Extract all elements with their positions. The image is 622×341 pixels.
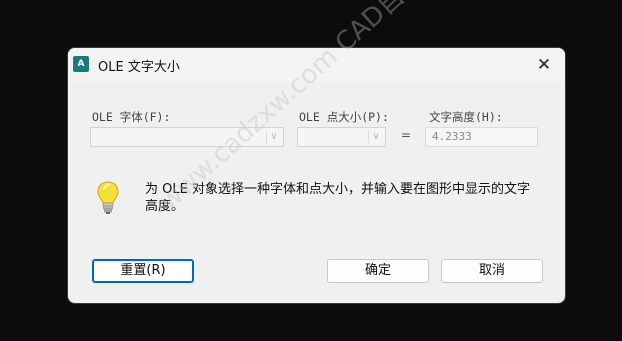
instruction-message: 为 OLE 对象选择一种字体和点大小，并输入要在图形中显示的文字高度。 — [145, 182, 530, 214]
lightbulb-icon — [97, 181, 119, 214]
ole-point-size-dropdown[interactable]: ∨ — [297, 127, 386, 147]
autocad-app-icon: A — [73, 56, 89, 72]
ole-text-size-dialog: A OLE 文字大小 ✕ OLE 字体(F): ∨ OLE 点大小(P): ∨ … — [68, 48, 565, 303]
cancel-button[interactable]: 取消 — [441, 259, 543, 283]
text-height-label: 文字高度(H): — [429, 110, 503, 124]
reset-button[interactable]: 重置(R) — [92, 259, 194, 283]
chevron-down-icon: ∨ — [266, 130, 281, 144]
ole-point-size-label: OLE 点大小(P): — [299, 110, 389, 124]
ole-font-label: OLE 字体(F): — [92, 110, 171, 124]
title-bar[interactable]: A OLE 文字大小 ✕ — [68, 48, 565, 82]
close-icon: ✕ — [536, 55, 552, 75]
ole-font-dropdown[interactable]: ∨ — [90, 127, 284, 147]
chevron-down-icon: ∨ — [368, 130, 383, 144]
close-button[interactable]: ✕ — [531, 53, 557, 77]
equals-sign: = — [401, 128, 412, 142]
ok-button[interactable]: 确定 — [327, 259, 429, 283]
dialog-title: OLE 文字大小 — [98, 60, 180, 75]
text-height-field[interactable]: 4.2333 — [425, 127, 538, 147]
